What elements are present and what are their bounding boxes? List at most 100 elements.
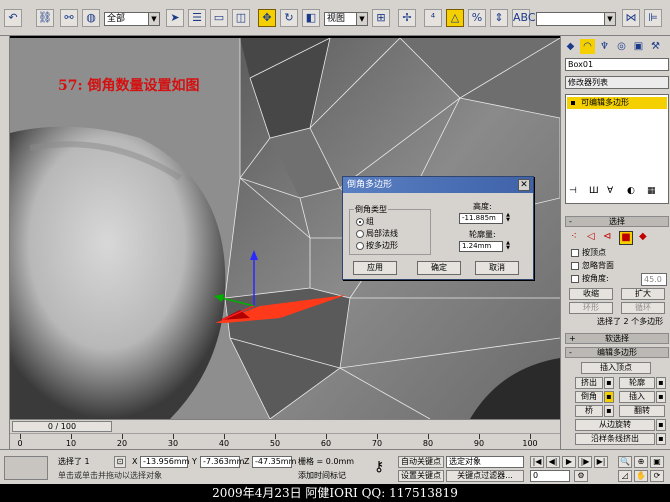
bevel-settings-icon[interactable]: ▪ xyxy=(604,391,614,403)
hinge-settings-icon[interactable]: ▪ xyxy=(656,419,666,431)
y-coord-field[interactable]: -7.363mm xyxy=(200,456,244,468)
add-time-tag[interactable]: 添加时间标记 xyxy=(298,471,346,481)
percent-snap-icon[interactable]: % xyxy=(468,9,486,27)
ignore-backfacing-checkbox[interactable]: 忽略背面 xyxy=(571,261,614,271)
set-key-button[interactable]: 设置关键点 xyxy=(398,470,444,482)
shrink-button[interactable]: 收缩 xyxy=(569,288,613,300)
height-spinner[interactable]: -11.885m xyxy=(459,213,503,224)
extrude-button[interactable]: 挤出 xyxy=(575,377,603,389)
hierarchy-tab-icon[interactable]: ♆ xyxy=(597,39,612,54)
move-icon[interactable]: ✥ xyxy=(258,9,276,27)
key-icon[interactable]: ⚷ xyxy=(374,459,384,475)
maxscript-listener[interactable] xyxy=(4,456,48,480)
insert-vertex-button[interactable]: 插入顶点 xyxy=(581,362,651,374)
mirror-icon[interactable]: ⋈ xyxy=(622,9,640,27)
pan-icon[interactable]: ✋ xyxy=(634,470,648,482)
ok-button[interactable]: 确定 xyxy=(417,261,461,275)
lock-selection-icon[interactable]: ⊡ xyxy=(114,456,126,468)
x-coord-field[interactable]: -13.956mm xyxy=(140,456,189,468)
select-object-icon[interactable]: ➤ xyxy=(166,9,184,27)
selection-rollout[interactable]: - 选择 xyxy=(565,216,669,227)
align-icon[interactable]: ⊫ xyxy=(644,9,662,27)
inset-settings-icon[interactable]: ▪ xyxy=(656,391,666,403)
field-of-view-icon[interactable]: ◿ xyxy=(618,470,632,482)
selection-filter-select[interactable]: 全部 ▼ xyxy=(104,12,160,26)
extrude-along-spline-button[interactable]: 沿样条线挤出 xyxy=(575,433,655,445)
spinner-arrows-icon[interactable]: ▲ ▼ xyxy=(505,241,511,252)
edit-named-selection-icon[interactable]: ABC xyxy=(512,9,536,27)
reference-coord-select[interactable]: 视图 ▼ xyxy=(324,12,368,26)
select-manipulate-icon[interactable]: ✢ xyxy=(398,9,416,27)
make-unique-icon[interactable]: ∀ xyxy=(607,186,613,196)
close-icon[interactable]: ✕ xyxy=(518,179,530,191)
snap-toggle-icon[interactable]: ⁴ xyxy=(424,9,442,27)
element-level-icon[interactable]: ◆ xyxy=(639,231,647,242)
goto-start-icon[interactable]: |◀ xyxy=(530,456,544,468)
by-vertex-checkbox[interactable]: 按顶点 xyxy=(571,248,606,258)
angle-value-field[interactable]: 45.0 xyxy=(641,273,667,286)
stack-item-editable-poly[interactable]: 可编辑多边形 xyxy=(567,97,667,109)
edge-level-icon[interactable]: ◁ xyxy=(587,231,595,242)
window-crossing-icon[interactable]: ◫ xyxy=(232,9,250,27)
orbit-icon[interactable]: ⟳ xyxy=(650,470,664,482)
radio-local-normal[interactable]: 局部法线 xyxy=(356,229,398,239)
auto-key-button[interactable]: 自动关键点 xyxy=(398,456,444,468)
rotate-icon[interactable]: ↻ xyxy=(280,9,298,27)
key-filters-button[interactable]: 关键点过滤器... xyxy=(446,470,524,482)
modifier-list-select[interactable]: 修改器列表 xyxy=(565,76,669,89)
pin-stack-icon[interactable]: ⊣ xyxy=(569,186,577,196)
select-by-name-icon[interactable]: ☰ xyxy=(188,9,206,27)
prev-frame-icon[interactable]: ◀| xyxy=(546,456,560,468)
inset-button[interactable]: 插入 xyxy=(619,391,655,403)
show-end-result-icon[interactable]: Ш xyxy=(589,186,599,196)
rect-selection-icon[interactable]: ▭ xyxy=(210,9,228,27)
time-slider-thumb[interactable]: 0 / 100 xyxy=(12,421,112,432)
bridge-settings-icon[interactable]: ▪ xyxy=(604,405,614,417)
flip-button[interactable]: 翻转 xyxy=(619,405,665,417)
outline-button[interactable]: 轮廓 xyxy=(619,377,655,389)
outline-settings-icon[interactable]: ▪ xyxy=(656,377,666,389)
hinge-from-edge-button[interactable]: 从边旋转 xyxy=(575,419,655,431)
object-name-field[interactable]: Box01 xyxy=(565,58,669,71)
cancel-button[interactable]: 取消 xyxy=(475,261,519,275)
outline-spinner[interactable]: 1.24mm xyxy=(459,241,503,252)
radio-group[interactable]: 组 xyxy=(356,217,374,227)
play-icon[interactable]: ▶ xyxy=(562,456,576,468)
track-bar[interactable]: 0 10 20 30 40 50 60 70 80 90 100 xyxy=(10,433,560,449)
create-tab-icon[interactable]: ◆ xyxy=(563,39,578,54)
spinner-arrows-icon[interactable]: ▲ ▼ xyxy=(505,213,511,224)
zoom-extents-icon[interactable]: ▣ xyxy=(650,456,664,468)
vertex-level-icon[interactable]: ⁖ xyxy=(571,231,577,242)
spinner-snap-icon[interactable]: ⇕ xyxy=(490,9,508,27)
modify-tab-icon[interactable]: ◠ xyxy=(580,39,595,54)
radio-by-polygon[interactable]: 按多边形 xyxy=(356,241,398,251)
border-level-icon[interactable]: ⊲ xyxy=(603,231,611,242)
select-link-icon[interactable]: ⛓ xyxy=(36,9,54,27)
extrude-settings-icon[interactable]: ▪ xyxy=(604,377,614,389)
polygon-level-icon[interactable]: ■ xyxy=(619,231,633,245)
apply-button[interactable]: 应用 xyxy=(353,261,397,275)
unlink-icon[interactable]: ⚯ xyxy=(60,9,78,27)
bind-spacewarp-icon[interactable]: ◍ xyxy=(82,9,100,27)
z-coord-field[interactable]: -47.35mm xyxy=(252,456,296,468)
loop-button[interactable]: 循环 xyxy=(621,302,665,314)
undo-icon[interactable]: ↶ xyxy=(4,9,22,27)
scale-icon[interactable]: ◧ xyxy=(302,9,320,27)
named-selection-select[interactable]: ▼ xyxy=(536,12,616,26)
goto-end-icon[interactable]: ▶| xyxy=(594,456,608,468)
bridge-button[interactable]: 桥 xyxy=(575,405,603,417)
grow-button[interactable]: 扩大 xyxy=(621,288,665,300)
display-tab-icon[interactable]: ▣ xyxy=(631,39,646,54)
pivot-center-icon[interactable]: ⊞ xyxy=(372,9,390,27)
by-angle-checkbox[interactable]: 按角度: xyxy=(571,274,609,284)
time-config-icon[interactable]: ⚙ xyxy=(574,470,588,482)
time-slider[interactable]: 0 / 100 xyxy=(10,419,560,433)
motion-tab-icon[interactable]: ◎ xyxy=(614,39,629,54)
angle-snap-icon[interactable]: △ xyxy=(446,9,464,27)
spline-settings-icon[interactable]: ▪ xyxy=(656,433,666,445)
zoom-icon[interactable]: 🔍 xyxy=(618,456,632,468)
soft-selection-rollout[interactable]: + 软选择 xyxy=(565,333,669,344)
next-frame-icon[interactable]: |▶ xyxy=(578,456,592,468)
key-filter-select[interactable]: 选定对象 xyxy=(446,456,524,468)
zoom-all-icon[interactable]: ⊕ xyxy=(634,456,648,468)
